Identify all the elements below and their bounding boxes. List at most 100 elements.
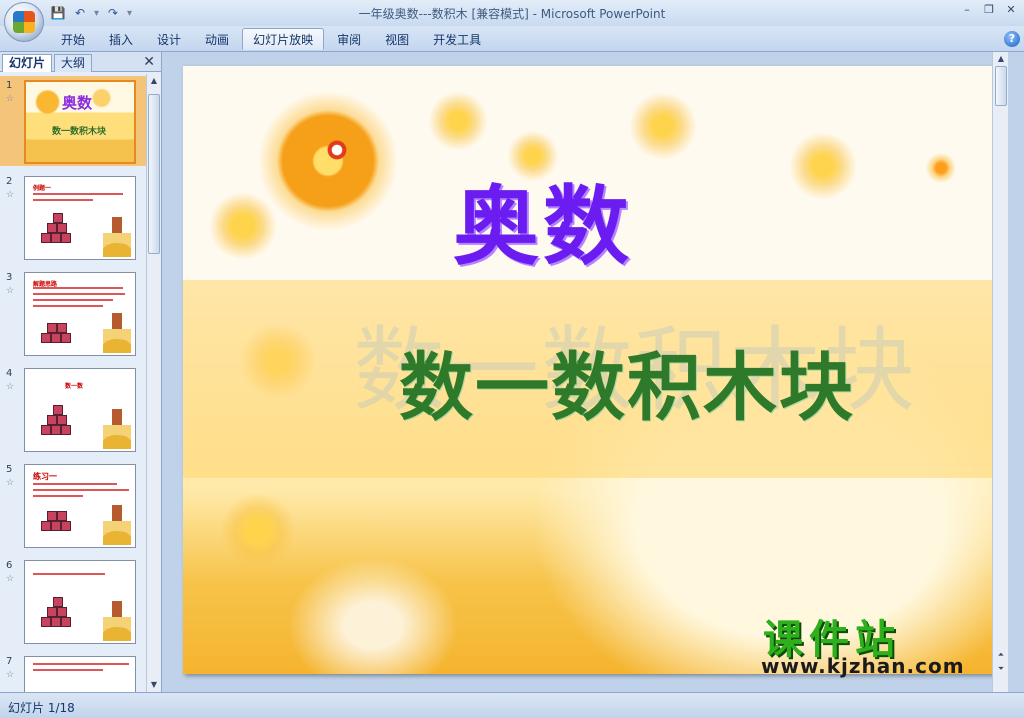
- tab-animations[interactable]: 动画: [194, 28, 240, 50]
- thumbnail-number: 2: [6, 176, 13, 187]
- editor-scroll-thumb[interactable]: [995, 66, 1007, 106]
- tab-slides[interactable]: 幻灯片: [2, 54, 53, 72]
- thumbnail-title: 例题一: [33, 185, 52, 192]
- thumbnail-text-line: [33, 495, 83, 497]
- minimize-icon[interactable]: –: [960, 3, 974, 17]
- thumbnail-text-line: [33, 193, 123, 195]
- animation-star-icon: ☆: [6, 94, 15, 104]
- tab-developer[interactable]: 开发工具: [422, 28, 492, 50]
- thumbnail-list: 1 ☆ 奥数 数一数积木块 2 ☆ 例题一 3 ☆ 解题思路 4 ☆ 数一数 5…: [0, 74, 146, 692]
- tab-slide-show[interactable]: 幻灯片放映: [242, 28, 325, 50]
- castle-icon: [103, 505, 131, 545]
- cubes-icon: [41, 597, 77, 629]
- ribbon: 开始 插入 设计 动画 幻灯片放映 审阅 视图 开发工具 ?: [0, 26, 1024, 52]
- title-bar: 💾 ↶ ▾ ↷ ▾ 一年级奥数---数积木 [兼容模式] - Microsoft…: [0, 0, 1024, 26]
- panel-tabs: 幻灯片 大纲 ✕: [0, 52, 161, 72]
- animation-star-icon: ☆: [6, 382, 15, 392]
- slide-thumbnail[interactable]: 奥数 数一数积木块: [24, 80, 136, 164]
- scroll-up-icon[interactable]: ▲: [147, 74, 161, 88]
- splash-decoration: [273, 546, 473, 674]
- slide-count-status: 幻灯片 1/18: [8, 701, 75, 715]
- thumbnail-row[interactable]: 3 ☆ 解题思路: [0, 268, 146, 358]
- thumbnail-title: 奥数: [62, 94, 93, 112]
- animation-star-icon: ☆: [6, 670, 15, 680]
- thumbnail-text-line: [33, 305, 103, 307]
- flower-icon: [623, 86, 703, 166]
- thumbnail-row[interactable]: 2 ☆ 例题一: [0, 172, 146, 262]
- thumbnail-number: 5: [6, 464, 13, 475]
- thumbnail-row[interactable]: 6 ☆: [0, 556, 146, 646]
- slide-canvas[interactable]: 数一数积木块 奥数 数一数积木块: [183, 66, 993, 674]
- slides-panel: 幻灯片 大纲 ✕ 1 ☆ 奥数 数一数积木块 2 ☆ 例题一 3 ☆ 解题思路 …: [0, 52, 162, 692]
- castle-icon: [103, 409, 131, 449]
- tab-insert[interactable]: 插入: [98, 28, 144, 50]
- scroll-up-icon[interactable]: ▲: [994, 52, 1008, 66]
- thumbnail-row[interactable]: 4 ☆ 数一数: [0, 364, 146, 454]
- flower-icon: [923, 150, 959, 186]
- cubes-icon: [41, 405, 77, 437]
- window-title: 一年级奥数---数积木 [兼容模式] - Microsoft PowerPoin…: [358, 7, 666, 21]
- cubes-icon: [41, 503, 77, 533]
- previous-slide-icon[interactable]: ⏶: [994, 648, 1008, 662]
- restore-icon[interactable]: ❐: [982, 3, 996, 17]
- tab-outline[interactable]: 大纲: [54, 54, 93, 72]
- thumbnail-text-line: [33, 573, 105, 575]
- thumbnail-row[interactable]: 7 ☆: [0, 652, 146, 692]
- thumbnail-text-line: [33, 199, 93, 201]
- thumbnail-text-line: [33, 287, 123, 289]
- castle-icon: [103, 217, 131, 257]
- slide-thumbnail[interactable]: [24, 560, 136, 644]
- thumbnail-row[interactable]: 1 ☆ 奥数 数一数积木块: [0, 76, 146, 166]
- thumbnail-text-line: [33, 299, 113, 301]
- editor-scrollbar[interactable]: ▲ ⏶ ⏷: [992, 52, 1008, 692]
- slide-subtitle[interactable]: 数一数积木块: [399, 328, 855, 435]
- thumbnail-row[interactable]: 5 ☆ 练习一: [0, 460, 146, 550]
- slide-thumbnail[interactable]: 解题思路: [24, 272, 136, 356]
- next-slide-icon[interactable]: ⏷: [994, 662, 1008, 676]
- ribbon-tabs: 开始 插入 设计 动画 幻灯片放映 审阅 视图 开发工具: [50, 28, 492, 50]
- tab-home[interactable]: 开始: [50, 28, 96, 50]
- scroll-down-icon[interactable]: ▼: [147, 678, 161, 692]
- thumbnail-text-line: [33, 669, 103, 671]
- animation-star-icon: ☆: [6, 286, 15, 296]
- flower-icon: [203, 186, 283, 266]
- animation-star-icon: ☆: [6, 190, 15, 200]
- cubes-icon: [41, 315, 77, 345]
- flower-icon: [783, 126, 863, 206]
- cubes-icon: [41, 213, 77, 245]
- thumbnail-text-line: [33, 663, 129, 665]
- slide-thumbnail[interactable]: 例题一: [24, 176, 136, 260]
- close-window-icon[interactable]: ✕: [1004, 3, 1018, 17]
- office-logo-icon: [13, 11, 35, 33]
- slide-thumbnail[interactable]: 数一数: [24, 368, 136, 452]
- thumbnail-number: 4: [6, 368, 13, 379]
- flower-icon: [213, 486, 303, 576]
- tab-review[interactable]: 审阅: [326, 28, 372, 50]
- panel-scroll-thumb[interactable]: [148, 94, 160, 254]
- panel-scrollbar[interactable]: ▲ ▼: [146, 74, 160, 692]
- thumbnail-text-line: [33, 293, 125, 295]
- slide-editor: 数一数积木块 奥数 数一数积木块 课件站 www.kjzhan.com ▲ ⏶ …: [163, 52, 1008, 692]
- thumbnail-number: 6: [6, 560, 13, 571]
- thumbnail-number: 1: [6, 80, 13, 91]
- thumbnail-number: 7: [6, 656, 13, 667]
- status-bar: 幻灯片 1/18: [0, 692, 1024, 718]
- thumbnail-subtitle: 数一数积木块: [52, 127, 107, 137]
- animation-star-icon: ☆: [6, 478, 15, 488]
- slide-thumbnail[interactable]: [24, 656, 136, 692]
- animation-star-icon: ☆: [6, 574, 15, 584]
- castle-icon: [103, 313, 131, 353]
- close-panel-icon[interactable]: ✕: [143, 54, 155, 70]
- window-controls: – ❐ ✕: [960, 3, 1018, 17]
- tab-design[interactable]: 设计: [146, 28, 192, 50]
- slide-thumbnail[interactable]: 练习一: [24, 464, 136, 548]
- tab-view[interactable]: 视图: [374, 28, 420, 50]
- slide-title[interactable]: 奥数: [453, 156, 633, 281]
- thumbnail-title: 数一数: [65, 383, 84, 390]
- office-button[interactable]: [4, 2, 44, 42]
- help-icon[interactable]: ?: [1004, 31, 1020, 47]
- thumbnail-title: 练习一: [33, 472, 57, 481]
- flower-icon: [423, 86, 493, 156]
- flower-center-icon: [323, 136, 351, 164]
- thumbnail-text-line: [33, 489, 129, 491]
